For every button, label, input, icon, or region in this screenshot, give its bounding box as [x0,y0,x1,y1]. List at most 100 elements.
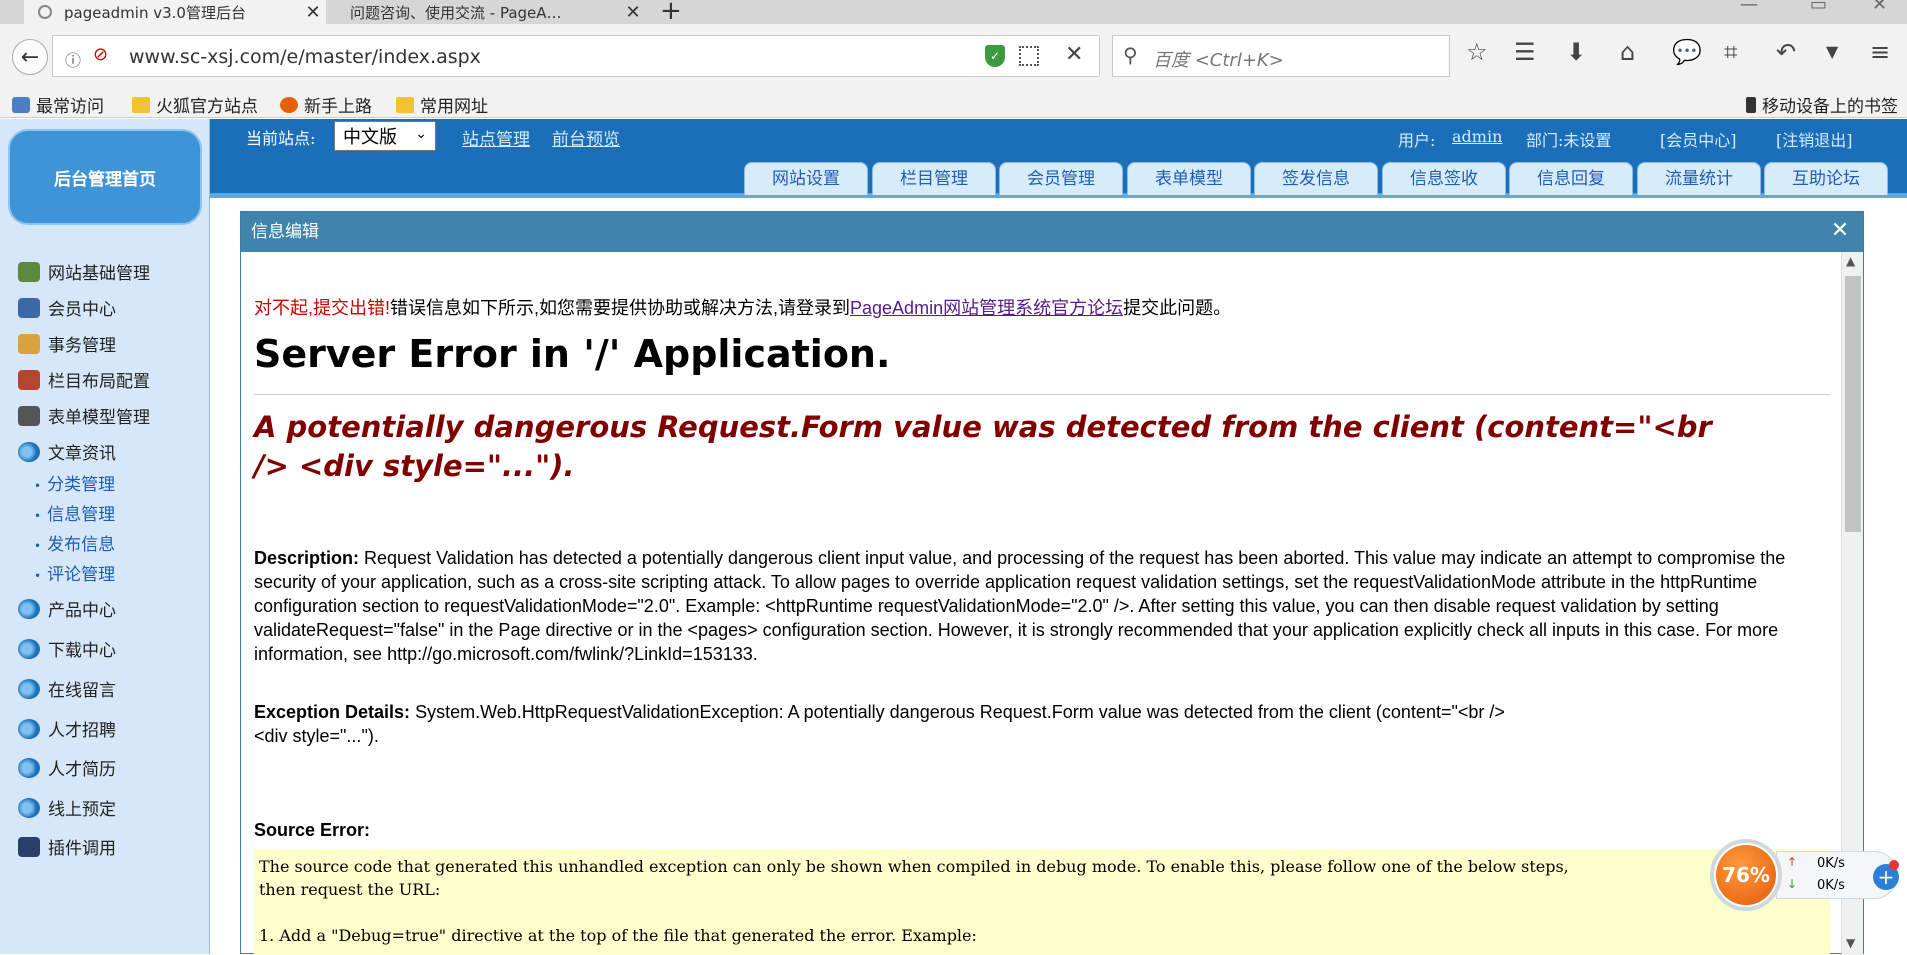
ie-icon [18,598,40,619]
bookmark-getting-started[interactable]: 新手上路 [280,92,372,117]
info-edit-dialog: 信息编辑 ✕ 对不起,提交出错!错误信息如下所示,如您需要提供协助或解决方法,请… [240,211,1864,955]
page-content: 后台管理首页 网站基础管理 会员中心 事务管理 栏目布局配置 表单模型管理 文章… [0,119,1907,955]
sidebar-item-label: 下载中心 [48,641,116,661]
site-manage-link[interactable]: 站点管理 [462,125,530,150]
bookmark-firefox-site[interactable]: 火狐官方站点 [132,92,258,117]
site-select[interactable]: 中文版 ⌄ [334,121,436,151]
tab-info-reply[interactable]: 信息回复 [1509,162,1633,195]
mobile-icon [1746,96,1756,113]
stop-icon[interactable]: ✕ [1065,42,1083,67]
search-input[interactable]: ⚲ 百度 <Ctrl+K> [1112,35,1450,77]
star-icon[interactable]: ☆ [1466,38,1488,66]
divider [254,394,1830,395]
tab-pageadmin[interactable]: pageadmin v3.0管理后台 ✕ [24,0,326,24]
sidebar-item-downloads[interactable]: 下载中心 [18,636,116,661]
minimize-icon[interactable]: — [1740,0,1758,15]
back-button[interactable]: ← [12,39,48,75]
tab-info-receipt[interactable]: 信息签收 [1382,162,1506,195]
description-paragraph: Description: Request Validation has dete… [254,546,1830,666]
admin-home-button[interactable]: 后台管理首页 [8,129,202,225]
current-site-label: 当前站点: [246,129,316,148]
tab-label: 问题咨询、使用交流 - PageA… [350,3,562,22]
bookmark-label: 常用网址 [420,97,488,117]
scroll-down-icon[interactable]: ▼ [1846,936,1855,950]
sidebar-item-messages[interactable]: 在线留言 [18,676,116,701]
sidebar-sub-category[interactable]: 分类管理 [34,470,115,495]
sidebar-item-label: 表单模型管理 [48,408,150,428]
network-speed-widget[interactable]: ↑ 0K/s ↓ 0K/s + 76% [1710,839,1907,911]
forum-link[interactable]: PageAdmin网站管理系统官方论坛 [850,298,1123,318]
bookmark-most-visited[interactable]: 最常访问 [12,92,104,117]
sidebar-item-recruit[interactable]: 人才招聘 [18,716,116,741]
bookmark-label: 新手上路 [304,97,372,117]
url-bar[interactable]: ⓘ ⊘ www.sc-xsj.com/e/master/index.aspx ✓… [52,35,1100,77]
source-code-block: The source code that generated this unha… [254,849,1830,955]
sidebar-item-label: 文章资讯 [48,444,116,464]
scrollbar-thumb[interactable] [1845,276,1861,532]
sidebar-item-affairs[interactable]: 事务管理 [18,331,116,356]
bookmark-mobile[interactable]: 移动设备上的书签 [1746,92,1898,117]
sidebar-item-resumes[interactable]: 人才简历 [18,755,116,780]
tab-column-manage[interactable]: 栏目管理 [872,162,996,195]
home-icon[interactable]: ⌂ [1620,38,1635,66]
window-close-icon[interactable]: ✕ [1872,0,1887,15]
chevron-down-icon[interactable]: ▼ [1826,42,1838,61]
sidebar-item-site-basic[interactable]: 网站基础管理 [18,259,150,284]
menu-icon[interactable]: ≡ [1870,38,1890,66]
sidebar-item-member-center[interactable]: 会员中心 [18,295,116,320]
logout-link[interactable]: [注销退出] [1776,127,1853,151]
user-name-link[interactable]: admin [1452,127,1502,146]
download-icon[interactable]: ⬇ [1566,38,1586,66]
tab-form-model[interactable]: 表单模型 [1127,162,1251,195]
shield-icon[interactable]: ✓ [985,45,1005,67]
new-tab-button[interactable]: + [660,0,682,26]
bookmark-common-urls[interactable]: 常用网址 [396,92,488,117]
speed-panel: ↑ 0K/s ↓ 0K/s + [1776,851,1899,899]
sidebar-item-label: 插件调用 [48,839,116,859]
sidebar-item-label: 栏目布局配置 [48,372,150,392]
undo-icon[interactable]: ↶ [1776,38,1796,66]
close-tab-icon[interactable]: ✕ [620,2,646,23]
description-text: Request Validation has detected a potent… [254,548,1786,664]
chat-icon[interactable]: 💬 [1672,38,1702,66]
tab-forum[interactable]: 问题咨询、使用交流 - PageA… ✕ [336,0,646,24]
chevron-down-icon: ⌄ [415,126,427,142]
sidebar-item-booking[interactable]: 线上预定 [18,795,116,820]
memory-percent[interactable]: 76% [1716,845,1776,905]
tab-traffic-stats[interactable]: 流量统计 [1637,162,1761,195]
insecure-icon: ⊘ [93,44,109,65]
dialog-title: 信息编辑 [241,212,1863,252]
tab-forum[interactable]: 互助论坛 [1764,162,1888,195]
download-speed: 0K/s [1817,878,1845,893]
scroll-up-icon[interactable]: ▲ [1846,254,1855,268]
preview-link[interactable]: 前台预览 [552,125,620,150]
sidebar-sub-info-manage[interactable]: 信息管理 [34,500,115,525]
url-text[interactable]: www.sc-xsj.com/e/master/index.aspx [129,46,481,68]
sidebar-item-products[interactable]: 产品中心 [18,596,116,621]
sidebar-sub-publish[interactable]: 发布信息 [34,530,115,555]
error-red-text: 对不起,提交出错! [254,298,391,318]
upload-speed: 0K/s [1817,856,1845,871]
admin-sidebar: 后台管理首页 网站基础管理 会员中心 事务管理 栏目布局配置 表单模型管理 文章… [0,119,210,954]
crop-icon[interactable]: ⌗ [1724,38,1738,66]
tab-issue-info[interactable]: 签发信息 [1254,162,1378,195]
sidebar-item-form-model[interactable]: 表单模型管理 [18,403,150,428]
sidebar-sub-comments[interactable]: 评论管理 [34,560,115,585]
dialog-body: 对不起,提交出错!错误信息如下所示,如您需要提供协助或解决方法,请登录到Page… [241,252,1841,955]
back-arrow-icon: ← [20,44,40,70]
maximize-icon[interactable]: ▭ [1810,0,1827,15]
ie-icon [18,678,40,699]
dialog-close-icon[interactable]: ✕ [1829,220,1851,242]
sidebar-item-plugins[interactable]: 插件调用 [18,834,116,859]
close-tab-icon[interactable]: ✕ [300,2,326,23]
qr-code-icon[interactable] [1019,46,1039,66]
info-icon[interactable]: ⓘ [65,47,81,71]
sidebar-item-articles[interactable]: 文章资讯 [18,439,116,464]
tab-member-manage[interactable]: 会员管理 [999,162,1123,195]
sidebar-item-layout[interactable]: 栏目布局配置 [18,367,150,392]
reading-list-icon[interactable]: ☰ [1514,38,1536,66]
tab-site-settings[interactable]: 网站设置 [744,162,868,195]
error-text: 错误信息如下所示,如您需要提供协助或解决方法,请登录到 [390,298,851,318]
member-center-link[interactable]: [会员中心] [1660,127,1737,151]
upload-arrow-icon: ↑ [1787,855,1798,869]
